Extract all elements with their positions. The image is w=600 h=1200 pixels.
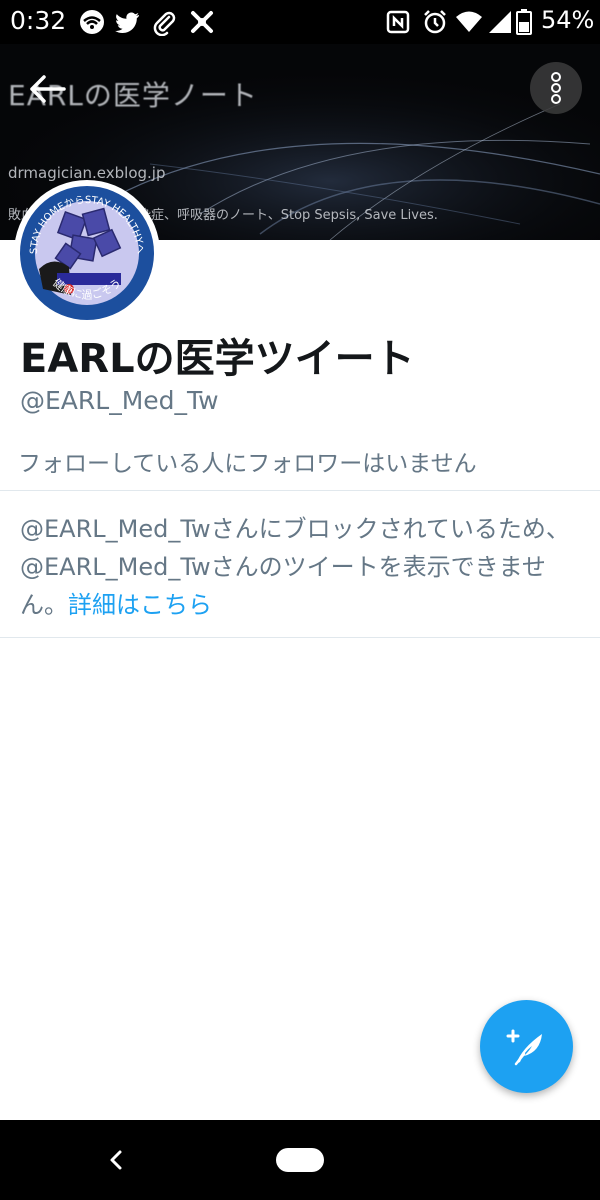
avatar[interactable]: STAY HOMEからSTAY HEALTHYへ 健康に過ごそう — [14, 180, 160, 326]
app-x-icon — [191, 11, 213, 33]
status-time: 0:32 — [10, 6, 67, 35]
divider — [0, 490, 600, 491]
more-options-button[interactable] — [530, 62, 582, 114]
learn-more-link[interactable]: 詳細はこちら — [68, 591, 212, 619]
blocked-message: @EARL_Med_Twさんにブロックされているため、@EARL_Med_Twさ… — [20, 510, 590, 624]
wifi-hotspot-icon — [80, 10, 104, 34]
profile-handle: @EARL_Med_Tw — [20, 386, 219, 415]
more-dot-icon — [551, 83, 561, 93]
status-bar: 0:32 54% — [0, 0, 600, 44]
more-dot-icon — [551, 94, 561, 104]
divider — [0, 637, 600, 638]
back-arrow-icon[interactable] — [28, 72, 68, 106]
alarm-icon — [424, 10, 446, 34]
more-dot-icon — [551, 72, 561, 82]
nfc-icon — [386, 10, 410, 34]
wifi-signal-icon — [456, 11, 482, 32]
battery-percent: 54% — [541, 6, 595, 34]
twitter-bird-icon — [115, 12, 139, 34]
compose-feather-icon — [506, 1029, 542, 1066]
paperclip-icon — [153, 11, 176, 36]
avatar-image: STAY HOMEからSTAY HEALTHYへ 健康に過ごそう — [20, 186, 154, 320]
system-nav-bar — [0, 1120, 600, 1200]
nav-back-icon[interactable] — [104, 1144, 128, 1176]
cell-signal-icon — [489, 11, 511, 33]
compose-tweet-button[interactable] — [480, 1000, 573, 1093]
battery-icon — [516, 9, 532, 35]
profile-name: EARLの医学ツイート — [20, 336, 415, 382]
follow-note: フォローしている人にフォロワーはいません — [18, 451, 477, 477]
nav-home-pill[interactable] — [276, 1148, 324, 1172]
